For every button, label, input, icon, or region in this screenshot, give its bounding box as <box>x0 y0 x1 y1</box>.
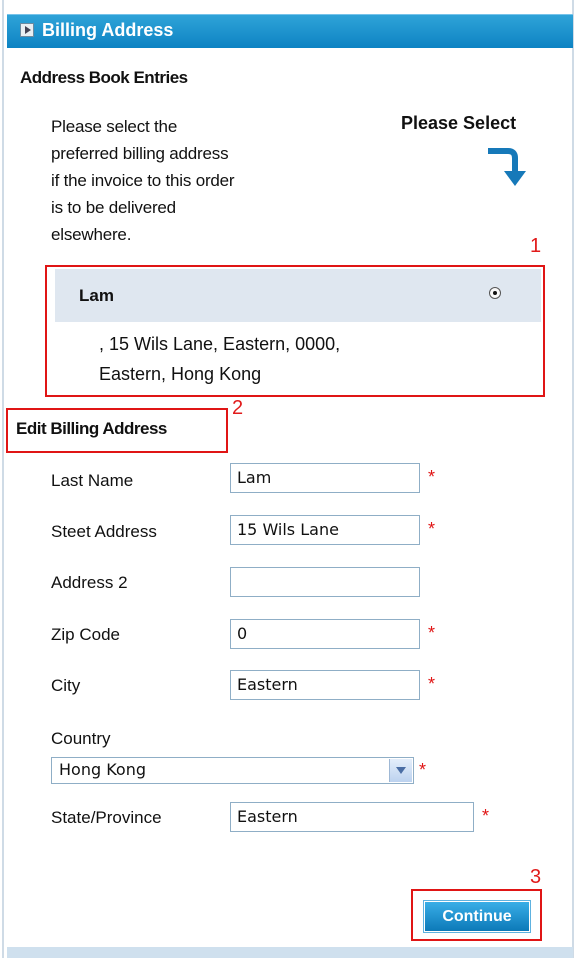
billing-address-panel: Billing Address Address Book Entries Ple… <box>0 0 578 958</box>
state-province-label: State/Province <box>51 808 162 827</box>
instruction-line: Please select the <box>51 117 178 136</box>
required-marker: * <box>419 760 427 780</box>
address-book-instruction: Please select the preferred billing addr… <box>51 113 296 248</box>
zip-code-label: Zip Code <box>51 625 120 644</box>
address-book-title: Address Book Entries <box>20 68 188 87</box>
annotation-number-2: 2 <box>232 397 244 419</box>
address-select-radio[interactable] <box>489 287 501 299</box>
instruction-line: preferred billing address <box>51 144 229 163</box>
city-input[interactable]: Eastern <box>230 670 420 700</box>
chevron-down-icon[interactable] <box>389 759 412 782</box>
address-entry-header[interactable]: Lam <box>55 269 541 322</box>
required-marker: * <box>428 467 436 487</box>
required-marker: * <box>428 623 436 643</box>
arrow-right-icon <box>20 23 34 37</box>
required-marker: * <box>428 674 436 694</box>
annotation-number-3: 3 <box>530 866 542 888</box>
address-entry-line: , 15 Wils Lane, Eastern, 0000, <box>99 334 341 354</box>
street-address-label: Steet Address <box>51 522 157 541</box>
panel-footer-bar <box>7 947 573 958</box>
required-marker: * <box>428 519 436 539</box>
please-select-label: Please Select <box>401 113 517 133</box>
instruction-line: if the invoice to this order <box>51 171 235 190</box>
zip-code-input[interactable]: 0 <box>230 619 420 649</box>
last-name-input[interactable]: Lam <box>230 463 420 493</box>
address-2-input[interactable] <box>230 567 420 597</box>
panel-title: Billing Address <box>42 20 174 40</box>
panel-header: Billing Address <box>7 14 573 48</box>
address-2-label: Address 2 <box>51 573 128 592</box>
city-label: City <box>51 676 81 695</box>
turn-down-arrow-icon <box>488 148 526 186</box>
continue-button[interactable]: Continue <box>424 901 530 932</box>
instruction-line: elsewhere. <box>51 225 132 244</box>
country-selected-value: Hong Kong <box>59 760 146 779</box>
address-entry-name: Lam <box>79 286 114 305</box>
country-select[interactable]: Hong Kong <box>51 757 414 784</box>
annotation-number-1: 1 <box>530 235 542 257</box>
address-entry-line: Eastern, Hong Kong <box>99 364 262 384</box>
instruction-line: is to be delivered <box>51 198 176 217</box>
required-marker: * <box>482 806 490 826</box>
country-label: Country <box>51 729 111 748</box>
street-address-input[interactable]: 15 Wils Lane <box>230 515 420 545</box>
edit-billing-title: Edit Billing Address <box>16 419 167 438</box>
state-province-input[interactable]: Eastern <box>230 802 474 832</box>
last-name-label: Last Name <box>51 471 134 490</box>
